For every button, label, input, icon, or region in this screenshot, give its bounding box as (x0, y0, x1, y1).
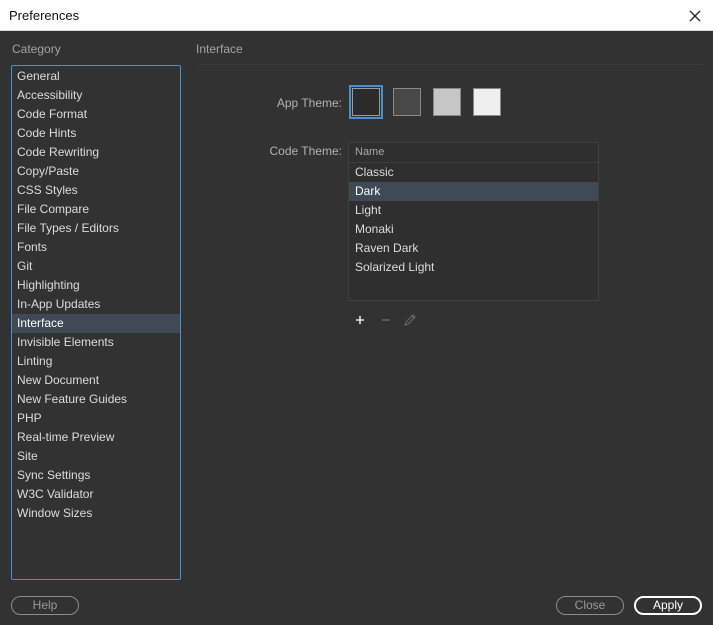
category-item[interactable]: Interface (12, 314, 180, 333)
panel-divider (196, 64, 703, 65)
theme-swatch-dark[interactable] (393, 88, 421, 116)
category-item[interactable]: New Document (12, 371, 180, 390)
category-item[interactable]: Code Rewriting (12, 143, 180, 162)
panel-heading: Interface (196, 42, 243, 56)
category-item[interactable]: Site (12, 447, 180, 466)
category-item[interactable]: Fonts (12, 238, 180, 257)
close-icon (689, 10, 701, 21)
code-theme-item[interactable]: Raven Dark (349, 239, 598, 258)
remove-icon (382, 319, 390, 321)
category-item[interactable]: General (12, 67, 180, 86)
apply-button[interactable]: Apply (634, 596, 702, 615)
add-icon (356, 316, 364, 324)
edit-theme-button[interactable] (402, 312, 418, 328)
code-theme-item[interactable]: Light (349, 201, 598, 220)
app-theme-label: App Theme: (276, 96, 342, 110)
code-theme-item[interactable]: Solarized Light (349, 258, 598, 277)
remove-theme-button[interactable] (378, 312, 394, 328)
category-item[interactable]: File Compare (12, 200, 180, 219)
theme-swatch-light[interactable] (433, 88, 461, 116)
help-button[interactable]: Help (11, 596, 79, 615)
category-item[interactable]: Code Format (12, 105, 180, 124)
category-item[interactable]: Sync Settings (12, 466, 180, 485)
category-item[interactable]: Window Sizes (12, 504, 180, 523)
category-item[interactable]: Code Hints (12, 124, 180, 143)
code-theme-column-header[interactable]: Name (349, 143, 598, 163)
window-title: Preferences (9, 8, 80, 23)
code-theme-list[interactable]: Name Classic Dark Light Monaki Raven Dark Sol… (348, 142, 599, 301)
category-item[interactable]: Real-time Preview (12, 428, 180, 447)
code-theme-item[interactable]: Dark (349, 182, 598, 201)
category-item[interactable]: CSS Styles (12, 181, 180, 200)
add-theme-button[interactable] (352, 312, 368, 328)
close-button[interactable]: Close (556, 596, 624, 615)
title-bar: Preferences (0, 0, 713, 31)
category-item[interactable]: Linting (12, 352, 180, 371)
close-window-button[interactable] (677, 0, 713, 31)
category-item[interactable]: New Feature Guides (12, 390, 180, 409)
theme-swatch-darkest[interactable] (349, 85, 383, 119)
category-item[interactable]: Accessibility (12, 86, 180, 105)
category-item[interactable]: PHP (12, 409, 180, 428)
category-heading: Category (12, 42, 61, 56)
category-item[interactable]: File Types / Editors (12, 219, 180, 238)
category-item[interactable]: Invisible Elements (12, 333, 180, 352)
edit-icon (404, 314, 416, 326)
category-item[interactable]: Highlighting (12, 276, 180, 295)
code-theme-item[interactable]: Classic (349, 163, 598, 182)
code-theme-label: Code Theme: (269, 144, 343, 158)
category-item[interactable]: Git (12, 257, 180, 276)
theme-swatch-lightest[interactable] (473, 88, 501, 116)
code-theme-item[interactable]: Monaki (349, 220, 598, 239)
code-theme-rows: Classic Dark Light Monaki Raven Dark Solarize… (349, 163, 598, 277)
category-item[interactable]: Copy/Paste (12, 162, 180, 181)
category-item[interactable]: In-App Updates (12, 295, 180, 314)
category-item[interactable]: W3C Validator (12, 485, 180, 504)
category-list[interactable]: General Accessibility Code Format Code Hint… (11, 65, 181, 580)
